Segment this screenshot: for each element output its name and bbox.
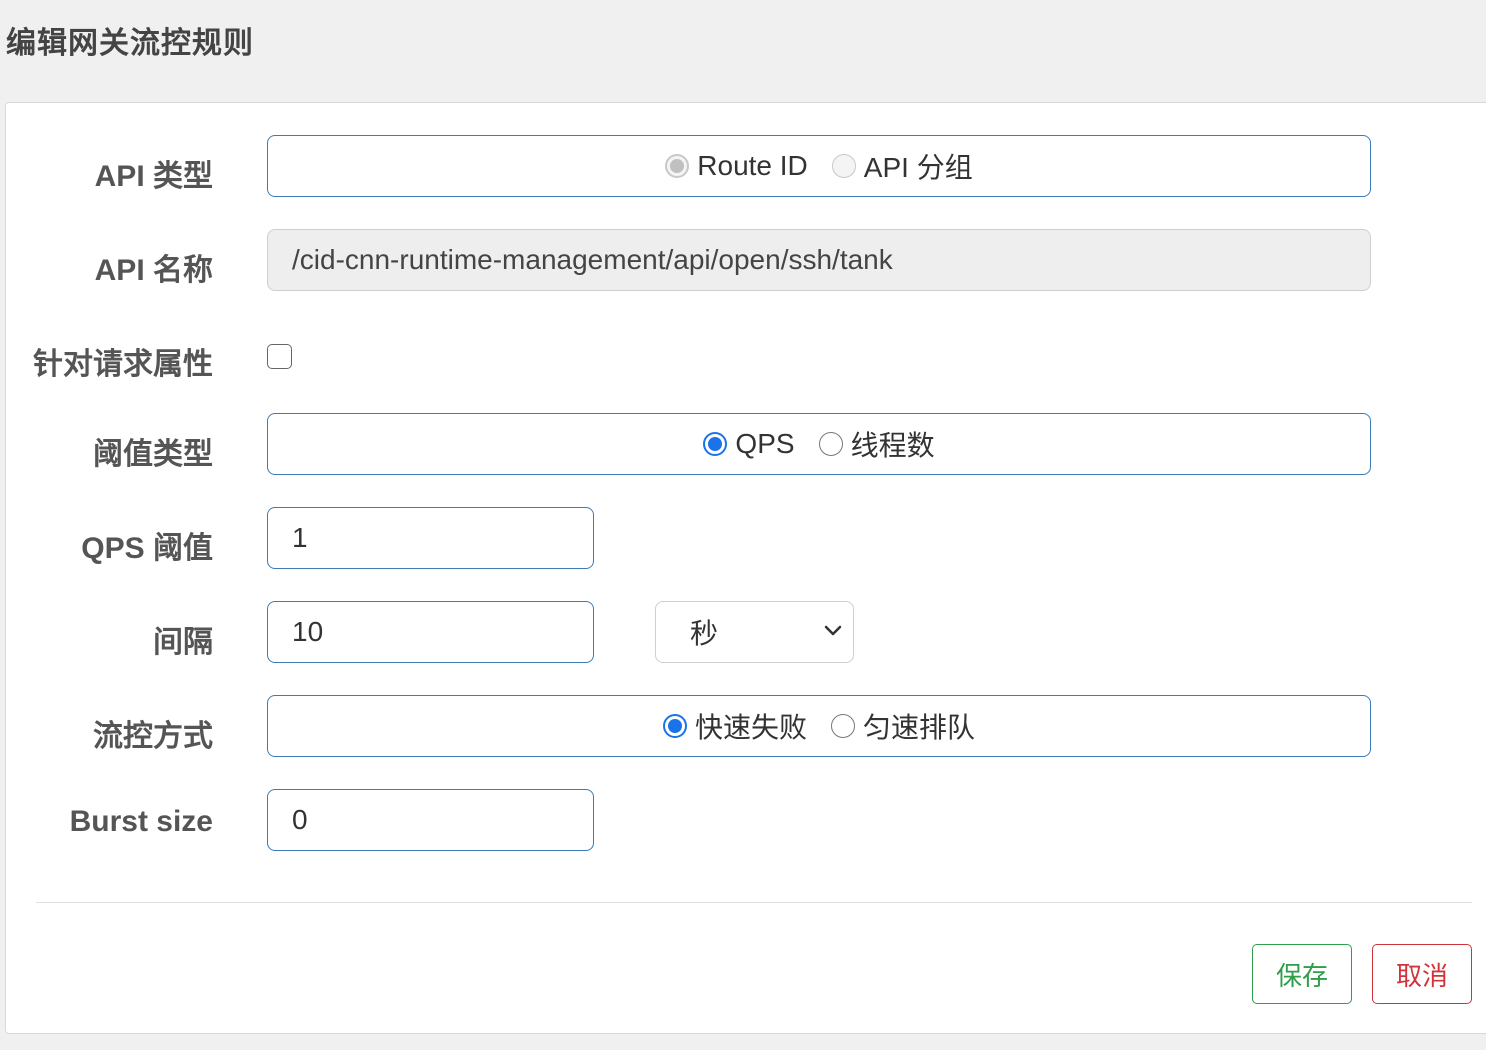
interval-label: 间隔	[153, 626, 213, 659]
interval-input[interactable]	[267, 601, 594, 663]
radio-unchecked-icon	[831, 714, 855, 738]
request-attr-label: 针对请求属性	[33, 348, 213, 381]
api-type-label: API 类型	[94, 160, 213, 193]
footer-divider	[36, 902, 1472, 903]
control-mode-option-queue[interactable]: 匀速排队	[831, 706, 975, 746]
burst-size-input[interactable]	[267, 789, 594, 851]
request-attr-checkbox[interactable]	[267, 344, 292, 369]
qps-threshold-input[interactable]	[267, 507, 594, 569]
api-type-option-label: API 分组	[863, 152, 973, 183]
api-type-option-api-group[interactable]: API 分组	[831, 146, 973, 186]
threshold-type-option-threads[interactable]: 线程数	[818, 424, 935, 464]
radio-checked-icon	[703, 432, 728, 456]
control-mode-option-label: 快速失败	[694, 712, 807, 743]
control-mode-option-fail-fast[interactable]: 快速失败	[662, 706, 807, 746]
api-type-option-label: Route ID	[697, 150, 808, 181]
api-name-input[interactable]	[267, 229, 1371, 291]
radio-checked-icon	[665, 154, 690, 178]
save-button[interactable]: 保存	[1252, 944, 1352, 1004]
threshold-type-option-qps[interactable]: QPS	[703, 428, 795, 460]
api-type-option-route-id[interactable]: Route ID	[665, 150, 808, 182]
control-mode-label: 流控方式	[93, 720, 213, 753]
interval-unit-value: 秒	[690, 618, 719, 649]
api-name-label: API 名称	[94, 254, 213, 287]
qps-threshold-label: QPS 阈值	[81, 532, 213, 565]
control-mode-option-label: 匀速排队	[863, 712, 976, 743]
control-mode-radio-group: 快速失败 匀速排队	[267, 695, 1371, 757]
threshold-type-option-label: 线程数	[850, 430, 935, 461]
cancel-button[interactable]: 取消	[1372, 944, 1472, 1004]
radio-unchecked-icon	[831, 154, 856, 178]
radio-checked-icon	[662, 714, 687, 738]
burst-size-label: Burst size	[69, 805, 213, 838]
radio-unchecked-icon	[818, 432, 843, 456]
threshold-type-option-label: QPS	[735, 428, 795, 459]
threshold-type-radio-group: QPS 线程数	[267, 413, 1371, 475]
chevron-down-icon	[824, 625, 842, 636]
page-title: 编辑网关流控规则	[6, 27, 254, 60]
rule-form-panel: API 类型 Route ID API 分组 API 名称 针对请求属性 阈值类…	[5, 102, 1486, 1034]
api-type-radio-group: Route ID API 分组	[267, 135, 1371, 197]
interval-unit-select[interactable]: 秒	[655, 601, 854, 663]
threshold-type-label: 阈值类型	[93, 438, 213, 471]
